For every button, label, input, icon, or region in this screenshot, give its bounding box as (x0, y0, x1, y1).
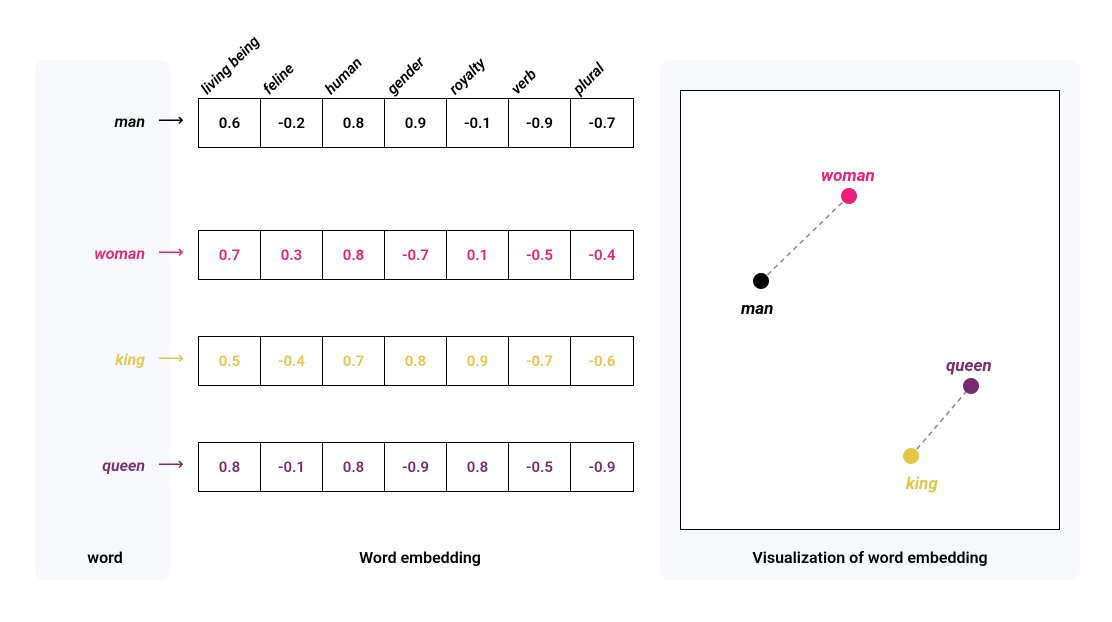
viz-plot-area: man woman king queen (680, 90, 1060, 530)
word-label-man: man (45, 112, 145, 131)
embedding-cell: -0.1 (261, 443, 323, 491)
dim-header-royalty: royalty (445, 54, 489, 98)
dim-header-gender: gender (383, 53, 428, 98)
viz-label-woman: woman (821, 166, 875, 186)
viz-label-man: man (741, 299, 773, 319)
embedding-cell: 0.8 (447, 443, 509, 491)
dim-header-human: human (321, 54, 365, 98)
embedding-cell: -0.5 (509, 231, 571, 279)
embedding-cell: -0.9 (571, 443, 633, 491)
viz-dot-king (903, 448, 919, 464)
viz-panel: man woman king queen (660, 60, 1080, 580)
word-label-woman: woman (45, 244, 145, 263)
caption-embedding: Word embedding (260, 548, 580, 567)
viz-dot-woman (841, 188, 857, 204)
embedding-cell: -0.9 (509, 99, 571, 147)
embedding-cell: 0.9 (385, 99, 447, 147)
viz-line (911, 386, 971, 456)
embedding-cell: -0.7 (571, 99, 633, 147)
embedding-cell: 0.8 (199, 443, 261, 491)
embedding-cell: 0.7 (199, 231, 261, 279)
embedding-row-queen: 0.8-0.10.8-0.90.8-0.5-0.9 (198, 442, 634, 492)
viz-label-queen: queen (946, 356, 992, 376)
embedding-cell: 0.8 (323, 231, 385, 279)
embedding-cell: -0.7 (385, 231, 447, 279)
caption-viz: Visualization of word embedding (680, 548, 1060, 567)
embedding-cell: -0.5 (509, 443, 571, 491)
embedding-cell: 0.3 (261, 231, 323, 279)
embedding-cell: 0.8 (323, 443, 385, 491)
arrow-icon: ⟶ (158, 350, 184, 368)
arrow-icon: ⟶ (158, 112, 184, 130)
embedding-cell: -0.4 (571, 231, 633, 279)
embedding-row-man: 0.6-0.20.80.9-0.1-0.9-0.7 (198, 98, 634, 148)
arrow-icon: ⟶ (158, 456, 184, 474)
word-label-king: king (45, 350, 145, 369)
dim-header-living-being: living being (197, 32, 263, 98)
viz-label-king: king (906, 474, 938, 494)
embedding-cell: 0.5 (199, 337, 261, 385)
arrow-icon: ⟶ (158, 244, 184, 262)
word-label-queen: queen (45, 456, 145, 475)
embedding-cell: -0.4 (261, 337, 323, 385)
embedding-cell: -0.9 (385, 443, 447, 491)
embedding-row-woman: 0.70.30.8-0.70.1-0.5-0.4 (198, 230, 634, 280)
embedding-cell: 0.9 (447, 337, 509, 385)
embedding-cell: -0.6 (571, 337, 633, 385)
word-panel (35, 60, 170, 580)
dim-header-plural: plural (569, 59, 608, 98)
embedding-cell: 0.7 (323, 337, 385, 385)
viz-line (761, 196, 849, 281)
embedding-cell: 0.1 (447, 231, 509, 279)
embedding-row-king: 0.5-0.40.70.80.9-0.7-0.6 (198, 336, 634, 386)
embedding-cell: 0.8 (323, 99, 385, 147)
embedding-cell: 0.6 (199, 99, 261, 147)
caption-word: word (50, 548, 160, 567)
embedding-cell: -0.2 (261, 99, 323, 147)
viz-dot-man (753, 273, 769, 289)
embedding-cell: -0.7 (509, 337, 571, 385)
embedding-cell: -0.1 (447, 99, 509, 147)
embedding-cell: 0.8 (385, 337, 447, 385)
viz-lines (681, 91, 1061, 531)
dim-header-verb: verb (507, 65, 540, 98)
viz-dot-queen (963, 378, 979, 394)
dim-header-feline: feline (259, 60, 297, 98)
